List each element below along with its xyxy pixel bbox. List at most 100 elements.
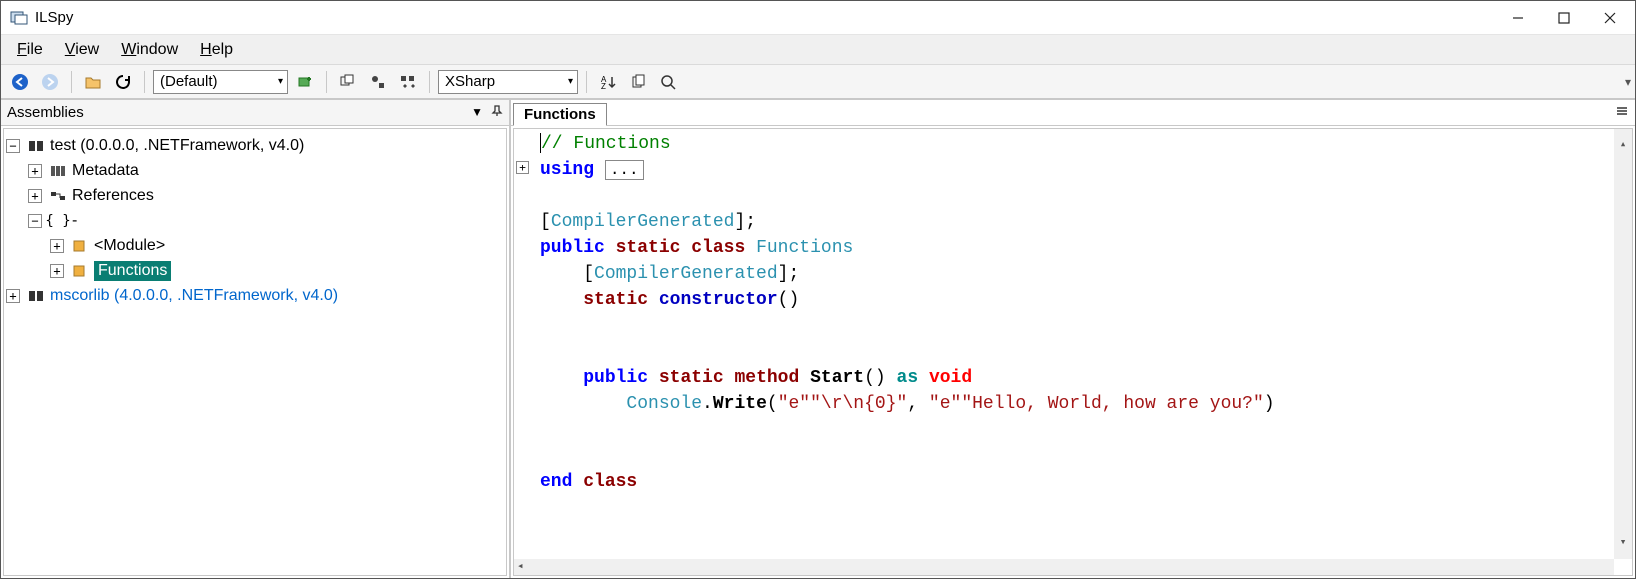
expand-icon[interactable]: + bbox=[50, 264, 64, 278]
expand-icon[interactable]: + bbox=[28, 164, 42, 178]
profile-combo[interactable]: (Default) ▾ bbox=[153, 70, 288, 94]
open-button[interactable] bbox=[80, 69, 106, 95]
tab-functions[interactable]: Functions bbox=[513, 103, 607, 126]
menu-bar: File View Window Help bbox=[1, 35, 1635, 65]
toolbar-separator bbox=[586, 71, 587, 93]
filter1-button[interactable] bbox=[365, 69, 391, 95]
code-token: Functions bbox=[756, 238, 853, 258]
code-token: using bbox=[540, 160, 594, 180]
nav-back-button[interactable] bbox=[7, 69, 33, 95]
profile-combo-label: (Default) bbox=[160, 73, 218, 90]
code-token: "e""Hello, World, how are you?" bbox=[929, 394, 1264, 414]
code-token: method bbox=[734, 368, 799, 388]
code-token: CompilerGenerated bbox=[551, 212, 735, 232]
window-controls bbox=[1495, 3, 1633, 33]
assemblies-title: Assemblies bbox=[7, 104, 84, 121]
chevron-down-icon: ▾ bbox=[270, 76, 283, 87]
assembly-icon bbox=[26, 290, 46, 302]
horizontal-scrollbar[interactable]: ◂ bbox=[514, 559, 1614, 575]
code-content[interactable]: // Functions using ... [CompilerGenerate… bbox=[514, 129, 1632, 497]
filter2-button[interactable] bbox=[395, 69, 421, 95]
close-button[interactable] bbox=[1587, 3, 1633, 33]
menu-help[interactable]: Help bbox=[190, 38, 243, 62]
code-token: Write bbox=[713, 394, 767, 414]
minimize-button[interactable] bbox=[1495, 3, 1541, 33]
code-token: constructor bbox=[659, 290, 778, 310]
tree-node-module[interactable]: + <Module> bbox=[6, 233, 504, 258]
class-icon bbox=[70, 264, 90, 278]
menu-window[interactable]: Window bbox=[111, 38, 188, 62]
tree-node-test[interactable]: − test (0.0.0.0, .NETFramework, v4.0) bbox=[6, 133, 504, 158]
toolbar-overflow-icon[interactable]: ▾ bbox=[1625, 75, 1631, 89]
code-token: class bbox=[691, 238, 745, 258]
tree-node-mscorlib[interactable]: + mscorlib (4.0.0.0, .NETFramework, v4.0… bbox=[6, 283, 504, 308]
scroll-down-icon[interactable]: ▾ bbox=[1620, 530, 1627, 556]
tree-node-references[interactable]: + References bbox=[6, 183, 504, 208]
code-token: class bbox=[583, 472, 637, 492]
code-ellipsis[interactable]: ... bbox=[605, 160, 644, 180]
tree-label: Metadata bbox=[72, 162, 139, 180]
language-combo-label: XSharp bbox=[445, 73, 495, 90]
code-token: static bbox=[616, 238, 681, 258]
tree-label: mscorlib (4.0.0.0, .NETFramework, v4.0) bbox=[50, 287, 338, 305]
code-token: CompilerGenerated bbox=[594, 264, 778, 284]
expand-icon[interactable]: + bbox=[6, 289, 20, 303]
maximize-button[interactable] bbox=[1541, 3, 1587, 33]
tree-label-selected: Functions bbox=[94, 261, 171, 281]
tree-node-functions[interactable]: + Functions bbox=[6, 258, 504, 283]
code-fold-gutter: + bbox=[514, 129, 532, 575]
app-icon bbox=[9, 8, 29, 28]
refresh-button[interactable] bbox=[110, 69, 136, 95]
code-token: Start bbox=[810, 368, 864, 388]
code-token: static bbox=[659, 368, 724, 388]
metadata-icon bbox=[48, 165, 68, 177]
scroll-left-icon[interactable]: ◂ bbox=[517, 554, 524, 576]
tree-node-metadata[interactable]: + Metadata bbox=[6, 158, 504, 183]
tree-label: - bbox=[72, 212, 77, 230]
svg-text:Z: Z bbox=[601, 82, 606, 90]
copy-button[interactable] bbox=[625, 69, 651, 95]
expand-icon[interactable]: + bbox=[28, 189, 42, 203]
assemblies-tree[interactable]: − test (0.0.0.0, .NETFramework, v4.0) + … bbox=[3, 128, 507, 576]
scroll-up-icon[interactable]: ▴ bbox=[1620, 132, 1627, 158]
nav-forward-button[interactable] bbox=[37, 69, 63, 95]
menu-file[interactable]: File bbox=[7, 38, 53, 62]
toolbar-separator bbox=[429, 71, 430, 93]
namespace-icon: { } bbox=[48, 213, 68, 229]
collapse-icon[interactable]: − bbox=[28, 214, 42, 228]
tree-label: <Module> bbox=[94, 237, 165, 255]
tree-node-namespace[interactable]: − { } - bbox=[6, 208, 504, 233]
assembly-icon bbox=[26, 140, 46, 152]
code-editor[interactable]: + // Functions using ... [CompilerGenera… bbox=[513, 128, 1633, 576]
window-title: ILSpy bbox=[35, 9, 73, 26]
assemblies-pane: Assemblies ▼ − test (0.0.0.0, .NETFramew… bbox=[1, 100, 511, 578]
tab-overflow-icon[interactable] bbox=[1615, 104, 1629, 121]
expand-icon[interactable]: + bbox=[50, 239, 64, 253]
chevron-down-icon: ▾ bbox=[560, 76, 573, 87]
vertical-scrollbar[interactable]: ▴ ▾ bbox=[1614, 129, 1632, 559]
tab-label: Functions bbox=[524, 106, 596, 123]
code-token: static bbox=[583, 290, 648, 310]
language-combo[interactable]: XSharp ▾ bbox=[438, 70, 578, 94]
main-split: Assemblies ▼ − test (0.0.0.0, .NETFramew… bbox=[1, 99, 1635, 578]
menu-view[interactable]: View bbox=[55, 38, 109, 62]
add-button[interactable] bbox=[292, 69, 318, 95]
toolbar: (Default) ▾ XSharp ▾ AZ ▾ bbox=[1, 65, 1635, 99]
fold-expand-icon[interactable]: + bbox=[516, 161, 529, 174]
code-token: as bbox=[897, 368, 919, 388]
code-token: public bbox=[540, 238, 605, 258]
code-token: "e""\r\n{0}" bbox=[778, 394, 908, 414]
windows-button[interactable] bbox=[335, 69, 361, 95]
sort-button[interactable]: AZ bbox=[595, 69, 621, 95]
code-token: Console bbox=[626, 394, 702, 414]
pane-dropdown-icon[interactable]: ▼ bbox=[471, 105, 483, 120]
code-token: void bbox=[929, 368, 972, 388]
collapse-icon[interactable]: − bbox=[6, 139, 20, 153]
toolbar-separator bbox=[71, 71, 72, 93]
tree-label: test (0.0.0.0, .NETFramework, v4.0) bbox=[50, 137, 304, 155]
tree-label: References bbox=[72, 187, 154, 205]
references-icon bbox=[48, 190, 68, 202]
pane-pin-icon[interactable] bbox=[491, 105, 503, 120]
search-button[interactable] bbox=[655, 69, 681, 95]
toolbar-separator bbox=[144, 71, 145, 93]
